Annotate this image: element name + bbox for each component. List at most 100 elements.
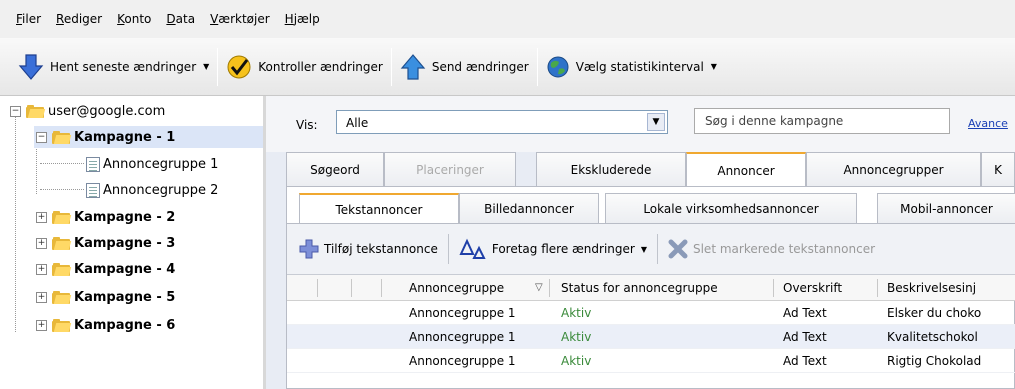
stats-interval-label: Vælg statistikinterval: [575, 59, 704, 74]
folder-icon: [52, 262, 72, 276]
delete-selected-button[interactable]: Slet markerede tekstannoncer: [668, 239, 885, 259]
vis-select[interactable]: Alle ▼: [336, 110, 668, 134]
collapse-icon[interactable]: −: [10, 105, 21, 117]
multiple-changes-label: Foretag flere ændringer: [491, 242, 635, 256]
send-changes-label: Send ændringer: [431, 59, 529, 74]
download-arrow-icon: [18, 53, 44, 80]
column-adgroup[interactable]: Annoncegruppe: [409, 281, 504, 295]
check-changes-label: Kontroller ændringer: [258, 59, 383, 74]
tab-text-ads[interactable]: Tekstannoncer: [299, 193, 459, 224]
tab-ads[interactable]: Annoncer: [686, 152, 806, 187]
action-divider: [656, 234, 658, 264]
folder-icon: [52, 318, 72, 332]
dropdown-caret-icon: ▼: [203, 62, 210, 71]
tree-line: [40, 189, 84, 190]
expand-icon[interactable]: +: [36, 211, 47, 223]
add-text-ad-button[interactable]: Tilføj tekstannonce: [299, 239, 448, 259]
folder-icon: [52, 290, 72, 304]
menu-help[interactable]: Hjælp: [285, 12, 320, 26]
tree-campaign-4[interactable]: + Kampagne - 4: [36, 258, 175, 280]
column-separator: [381, 279, 382, 297]
tree-campaign-1[interactable]: − Kampagne - 1: [34, 126, 263, 148]
table-row[interactable]: Annoncegruppe 1 Aktiv Ad Text Elsker du …: [287, 301, 1015, 325]
send-changes-button[interactable]: Send ændringer: [392, 48, 537, 86]
adgroup-doc-icon: [86, 156, 100, 172]
menu-file[interactable]: Filer: [16, 12, 41, 26]
table-row[interactable]: Annoncegruppe 1 Aktiv Ad Text Kvalitetsc…: [287, 325, 1015, 349]
cell-adgroup: Annoncegruppe 1: [409, 306, 516, 320]
campaign-label: Kampagne - 2: [74, 209, 176, 225]
tab-mobile-ads[interactable]: Mobil-annoncer: [877, 193, 1015, 223]
tree-line: [36, 142, 37, 194]
expand-icon[interactable]: +: [36, 237, 47, 249]
filter-bar: Vis: Alle ▼ Søg i denne kampagne Avance: [266, 96, 1015, 152]
cell-status: Aktiv: [561, 306, 592, 320]
menu-bar: Filer Rediger Konto Data Værktøjer Hjælp: [0, 0, 1015, 38]
plus-icon: [299, 239, 319, 259]
tab-excluded[interactable]: Ekskluderede: [536, 152, 686, 186]
get-changes-button[interactable]: Hent seneste ændringer ▼: [10, 48, 217, 86]
menu-tools[interactable]: Værktøjer: [210, 12, 270, 26]
toolbar: Hent seneste ændringer ▼ Kontroller ændr…: [0, 38, 1015, 96]
vis-select-value: Alle: [346, 116, 369, 130]
tree-campaign-5[interactable]: + Kampagne - 5: [36, 286, 175, 308]
tab-adgroups[interactable]: Annoncegrupper: [806, 152, 981, 186]
column-headline[interactable]: Overskrift: [783, 281, 842, 295]
adgroup-doc-icon: [86, 182, 100, 198]
column-separator: [877, 279, 878, 297]
tree-campaign-3[interactable]: + Kampagne - 3: [36, 232, 175, 254]
expand-icon[interactable]: +: [36, 263, 47, 275]
tab-local-business-ads[interactable]: Lokale virksomhedsannoncer: [605, 193, 857, 223]
stats-interval-button[interactable]: Vælg statistikinterval ▼: [538, 48, 725, 86]
campaign-label: Kampagne - 4: [74, 261, 176, 277]
check-changes-button[interactable]: Kontroller ændringer: [218, 48, 391, 86]
campaign-search-input[interactable]: Søg i denne kampagne: [694, 108, 950, 134]
vis-label: Vis:: [296, 118, 318, 132]
menu-account[interactable]: Konto: [117, 12, 151, 26]
cell-headline: Ad Text: [783, 306, 827, 320]
tree-line: [15, 116, 16, 332]
cell-adgroup: Annoncegruppe 1: [409, 330, 516, 344]
cell-description: Kvalitetschokol: [887, 330, 978, 344]
column-separator: [773, 279, 774, 297]
campaign-label: Kampagne - 1: [74, 129, 176, 145]
tab-image-ads[interactable]: Billedannoncer: [459, 193, 599, 223]
tree-campaign-6[interactable]: + Kampagne - 6: [36, 314, 175, 336]
tab-more[interactable]: K: [981, 152, 1015, 186]
upload-arrow-icon: [400, 53, 426, 80]
tree-adgroup-2[interactable]: Annoncegruppe 2: [86, 179, 218, 201]
table-header: Annoncegruppe ▽ Status for annoncegruppe…: [287, 275, 1015, 301]
dropdown-caret-icon: ▼: [710, 62, 717, 71]
folder-open-icon: [52, 130, 72, 144]
checkmark-icon: [227, 55, 251, 78]
column-description[interactable]: Beskrivelsesinj: [887, 281, 976, 295]
table-row[interactable]: Annoncegruppe 1 Aktiv Ad Text Rigtig Cho…: [287, 349, 1015, 373]
tab-keywords[interactable]: Søgeord: [286, 152, 384, 186]
column-separator: [351, 279, 352, 297]
tree-account[interactable]: − user@google.com: [10, 100, 165, 122]
tree-adgroup-1[interactable]: Annoncegruppe 1: [86, 153, 218, 175]
delta-icon: [459, 238, 486, 259]
folder-icon: [52, 210, 72, 224]
menu-edit[interactable]: Rediger: [56, 12, 102, 26]
tab-placements[interactable]: Placeringer: [384, 152, 516, 186]
column-adgroup-status[interactable]: Status for annoncegruppe: [561, 281, 718, 295]
expand-icon[interactable]: +: [36, 319, 47, 331]
advanced-search-link[interactable]: Avance: [968, 117, 1008, 130]
tree-campaign-2[interactable]: + Kampagne - 2: [36, 206, 175, 228]
sort-icon[interactable]: ▽: [535, 282, 543, 293]
multiple-changes-button[interactable]: Foretag flere ændringer ▼: [459, 238, 657, 260]
ads-panel: Tekstannoncer Billedannoncer Lokale virk…: [286, 186, 1015, 389]
menu-data[interactable]: Data: [166, 12, 195, 26]
column-separator: [317, 279, 318, 297]
action-divider: [447, 234, 449, 264]
expand-icon[interactable]: +: [36, 291, 47, 303]
main-panel: Vis: Alle ▼ Søg i denne kampagne Avance …: [266, 96, 1015, 389]
tree-line: [40, 163, 84, 164]
globe-icon: [547, 56, 569, 77]
collapse-icon[interactable]: −: [36, 131, 47, 143]
ads-action-bar: Tilføj tekstannonce Foretag flere ændrin…: [287, 223, 1015, 275]
chevron-down-icon[interactable]: ▼: [647, 113, 665, 131]
column-separator: [549, 279, 550, 297]
cell-headline: Ad Text: [783, 330, 827, 344]
